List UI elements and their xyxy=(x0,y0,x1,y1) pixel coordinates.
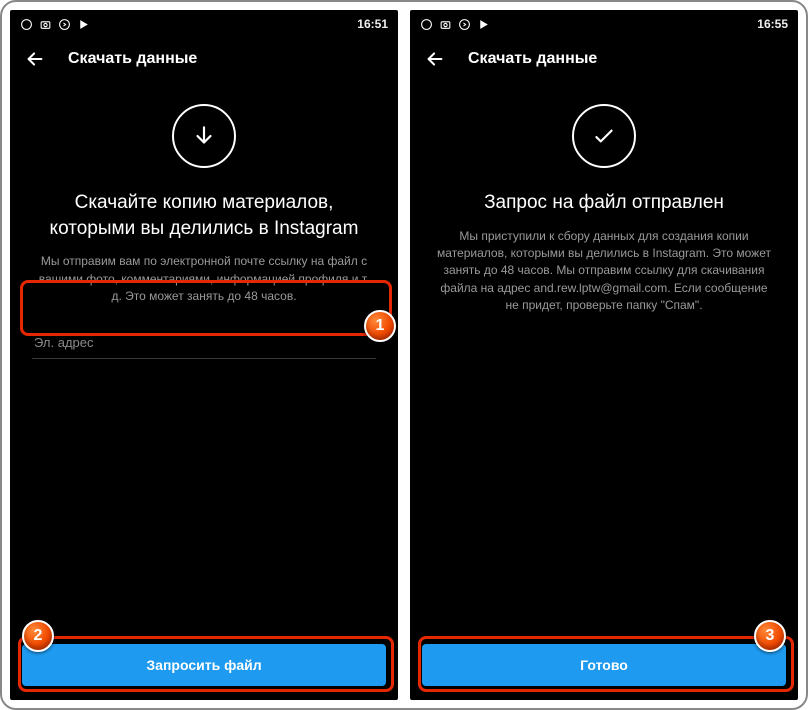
status-bar: 16:51 xyxy=(10,10,398,38)
phone-screen-left: 16:51 Скачать данные Скачайте копию мате… xyxy=(10,10,398,700)
page-heading: Запрос на файл отправлен xyxy=(480,190,728,216)
done-button[interactable]: Готово xyxy=(422,644,786,686)
browser-icon xyxy=(420,18,433,31)
status-time: 16:51 xyxy=(357,17,388,31)
status-time: 16:55 xyxy=(757,17,788,31)
email-input[interactable] xyxy=(32,325,376,359)
content-area: Скачайте копию материалов, которыми вы д… xyxy=(10,78,398,632)
camera-icon xyxy=(439,18,452,31)
action-row: Готово xyxy=(410,632,798,700)
play-icon xyxy=(477,18,490,31)
status-icons-left xyxy=(420,18,490,31)
action-row: Запросить файл xyxy=(10,632,398,700)
nav-bar: Скачать данные xyxy=(10,38,398,78)
phone-screen-right: 16:55 Скачать данные Запрос на файл отпр… xyxy=(410,10,798,700)
nav-bar: Скачать данные xyxy=(410,38,798,78)
browser-icon xyxy=(20,18,33,31)
page-description: Мы отправим вам по электронной почте ссы… xyxy=(32,253,376,305)
status-icons-left xyxy=(20,18,90,31)
content-area: Запрос на файл отправлен Мы приступили к… xyxy=(410,78,798,632)
back-arrow-icon[interactable] xyxy=(424,48,446,70)
shazam-icon xyxy=(458,18,471,31)
check-icon xyxy=(572,104,636,168)
camera-icon xyxy=(39,18,52,31)
page-heading: Скачайте копию материалов, которыми вы д… xyxy=(32,190,376,241)
status-bar: 16:55 xyxy=(410,10,798,38)
email-input-wrap xyxy=(32,325,376,359)
request-file-button[interactable]: Запросить файл xyxy=(22,644,386,686)
back-arrow-icon[interactable] xyxy=(24,48,46,70)
page-description: Мы приступили к сбору данных для создани… xyxy=(432,228,776,315)
nav-title: Скачать данные xyxy=(68,50,197,68)
nav-title: Скачать данные xyxy=(468,50,597,68)
download-icon xyxy=(172,104,236,168)
shazam-icon xyxy=(58,18,71,31)
play-icon xyxy=(77,18,90,31)
